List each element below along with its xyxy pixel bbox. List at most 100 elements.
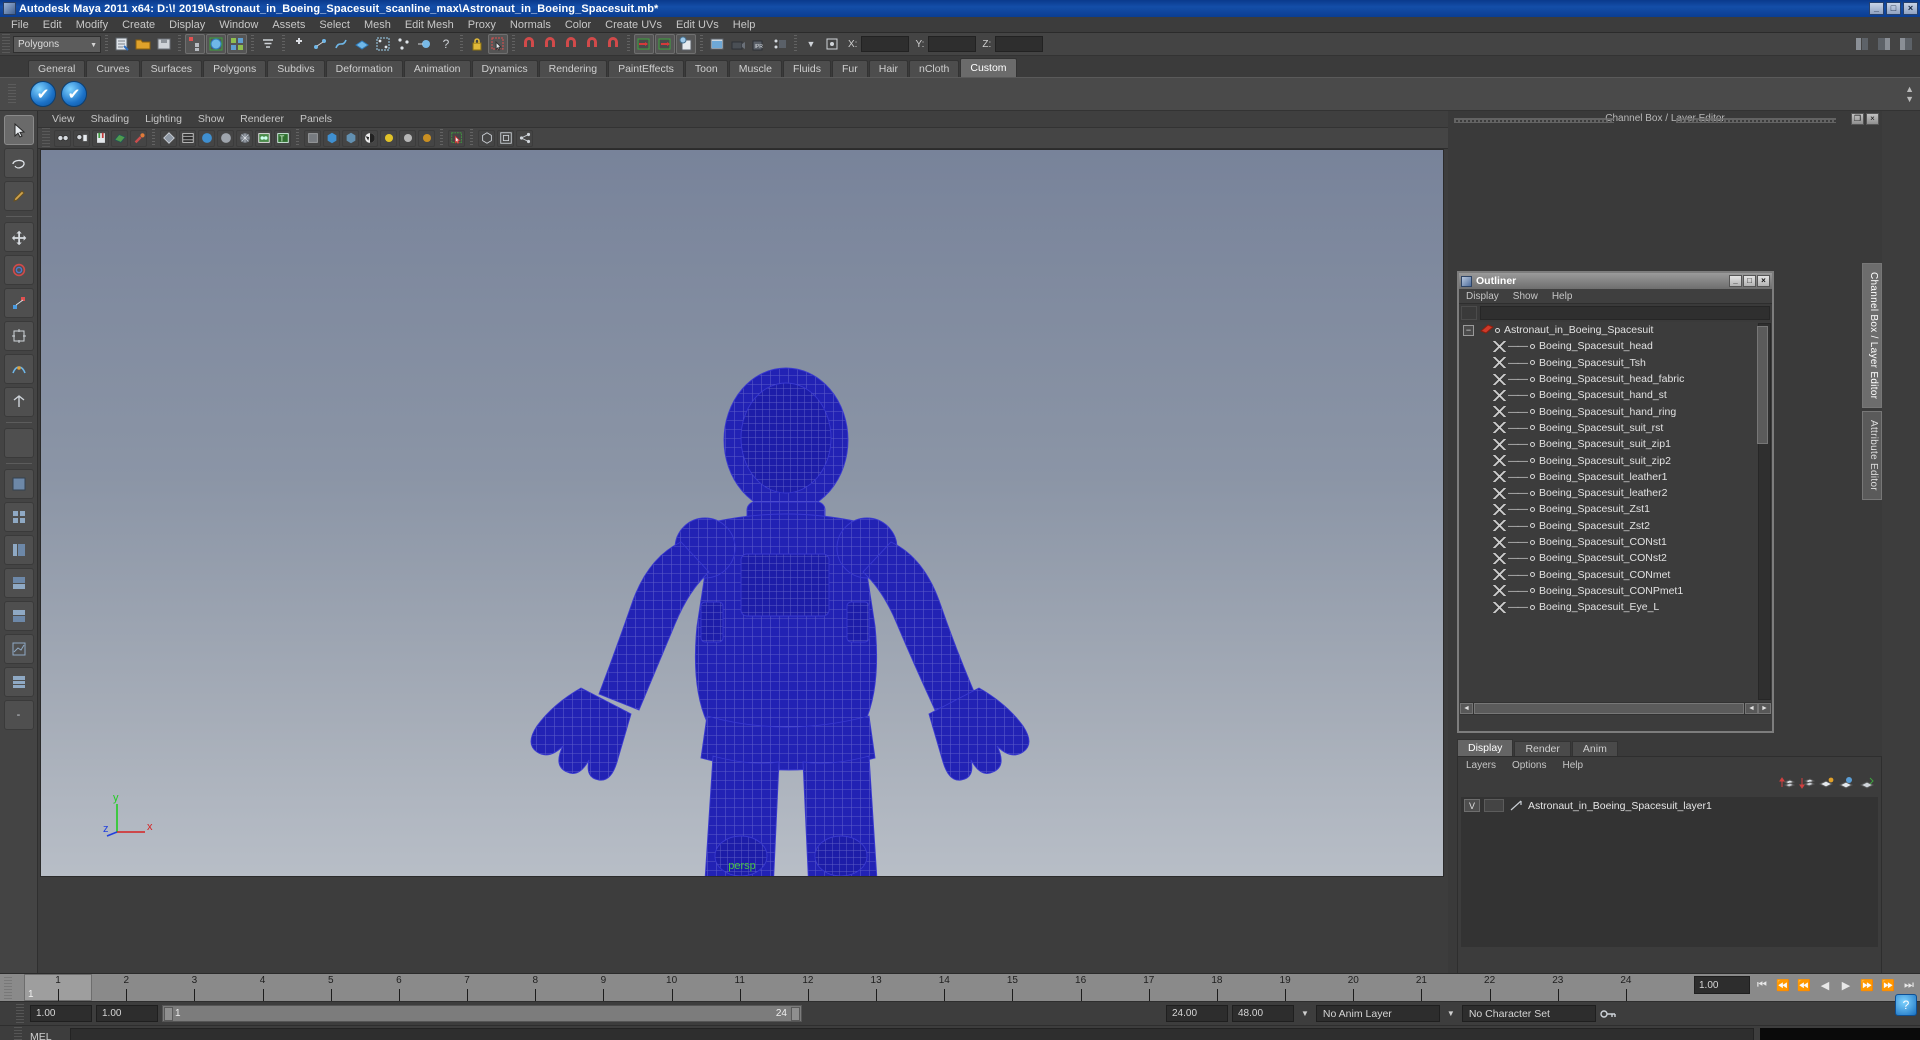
menu-mesh[interactable]: Mesh: [357, 17, 398, 33]
ipr-render-icon[interactable]: [770, 34, 790, 54]
outliner-horizontal-thumb[interactable]: [1474, 703, 1744, 714]
move-layer-up-icon[interactable]: [1779, 776, 1796, 790]
viewport-menu-shading[interactable]: Shading: [83, 113, 138, 125]
node-toggle-icon[interactable]: [1530, 539, 1535, 545]
layer-menu-help[interactable]: Help: [1554, 760, 1591, 771]
node-toggle-icon[interactable]: [1530, 506, 1535, 512]
outliner-node[interactable]: —— Boeing_Spacesuit_leather2: [1459, 485, 1772, 501]
animation-start-time-field[interactable]: 1.00: [30, 1005, 92, 1022]
layer-tab-anim[interactable]: Anim: [1571, 741, 1618, 756]
shelf-tab-deformation[interactable]: Deformation: [325, 60, 403, 77]
shelf-grip[interactable]: [8, 84, 16, 104]
light-orange-icon[interactable]: [418, 129, 435, 147]
panel-zoom-icon[interactable]: [497, 129, 514, 147]
filter-icon[interactable]: [1461, 306, 1477, 320]
input-connections-icon[interactable]: [634, 34, 654, 54]
command-input[interactable]: [70, 1028, 1754, 1040]
move-tool-icon[interactable]: [3, 222, 34, 252]
dock-window-controls[interactable]: ❐ ×: [1851, 113, 1879, 125]
outliner-node[interactable]: —— Boeing_Spacesuit_CONst2: [1459, 550, 1772, 566]
single-perspective-layout-icon[interactable]: [3, 469, 34, 499]
outliner-root-node[interactable]: − Astronaut_in_Boeing_Spacesuit: [1459, 322, 1772, 338]
viewport-menu-lighting[interactable]: Lighting: [137, 113, 190, 125]
snap-view-plane-icon[interactable]: [352, 34, 372, 54]
play-forwards-icon[interactable]: ▶: [1837, 976, 1855, 994]
dock-grip-left[interactable]: [1454, 118, 1614, 123]
render-view-icon[interactable]: [707, 34, 727, 54]
anim-layer-selector[interactable]: No Anim Layer: [1315, 1005, 1440, 1022]
magnet-plane-icon[interactable]: [582, 34, 602, 54]
dock-grip-right[interactable]: [1676, 118, 1836, 123]
scale-tool-icon[interactable]: [3, 288, 34, 318]
node-toggle-icon[interactable]: [1530, 604, 1535, 610]
menu-normals[interactable]: Normals: [503, 17, 558, 33]
command-response-field[interactable]: [1760, 1028, 1920, 1040]
shelf-tab-surfaces[interactable]: Surfaces: [140, 60, 203, 77]
smooth-shade-all-icon[interactable]: [179, 129, 196, 147]
shelf-tab-hair[interactable]: Hair: [868, 60, 908, 77]
outliner-node[interactable]: —— Boeing_Spacesuit_CONst1: [1459, 534, 1772, 550]
camera-attributes-icon[interactable]: [73, 129, 90, 147]
layer-visibility-toggle[interactable]: V: [1464, 799, 1480, 812]
chevron-down-icon[interactable]: ▼: [1298, 1009, 1312, 1018]
close-icon[interactable]: ×: [1866, 113, 1879, 125]
time-slider[interactable]: 1 1 2 3 4 5 6 7 8 9 10 11 12 13 14 15 16 17 18 19 20 21 22 23 2…: [0, 973, 1920, 1001]
lock-icon[interactable]: [467, 34, 487, 54]
shelf-tab-fluids[interactable]: Fluids: [782, 60, 831, 77]
node-toggle-icon[interactable]: [1530, 523, 1535, 529]
menu-modify[interactable]: Modify: [69, 17, 115, 33]
use-default-lighting-icon[interactable]: T: [274, 129, 291, 147]
step-forward-frame-icon[interactable]: ⏩: [1858, 976, 1876, 994]
outliner-search-input[interactable]: [1480, 306, 1770, 320]
persp-graph-layout-icon[interactable]: [3, 568, 34, 598]
selection-mask-icon[interactable]: [258, 34, 278, 54]
outliner-node[interactable]: —— Boeing_Spacesuit_suit_zip1: [1459, 436, 1772, 452]
soft-modification-tool-icon[interactable]: [3, 354, 34, 384]
scroll-right-icon[interactable]: ►: [1758, 703, 1771, 714]
render-globals-icon[interactable]: [822, 34, 842, 54]
y-input[interactable]: [928, 36, 977, 52]
select-by-hierarchy-icon[interactable]: [185, 34, 205, 54]
menu-color[interactable]: Color: [558, 17, 598, 33]
minimize-icon[interactable]: _: [1729, 275, 1742, 287]
step-forward-keyframe-icon[interactable]: ⏩: [1879, 976, 1897, 994]
wireframe-shading-icon[interactable]: [160, 129, 177, 147]
input-output-icon[interactable]: [415, 34, 435, 54]
light-grey-icon[interactable]: [399, 129, 416, 147]
layer-tab-render[interactable]: Render: [1514, 741, 1571, 756]
node-toggle-icon[interactable]: [1530, 409, 1535, 415]
shelf-tab-dynamics[interactable]: Dynamics: [471, 60, 538, 77]
menu-help[interactable]: Help: [726, 17, 763, 33]
image-plane-icon[interactable]: [111, 129, 128, 147]
shelf-tab-custom[interactable]: Custom: [960, 58, 1017, 77]
viewport-menu-panels[interactable]: Panels: [292, 113, 340, 125]
outliner-node[interactable]: —— Boeing_Spacesuit_suit_zip2: [1459, 452, 1772, 468]
expand-collapse-icon[interactable]: −: [1463, 324, 1474, 336]
outliner-window-controls[interactable]: _ □ ×: [1729, 275, 1772, 287]
display-layer-list[interactable]: V Astronaut_in_Boeing_Spacesuit_layer1: [1461, 797, 1878, 947]
outliner-node[interactable]: —— Boeing_Spacesuit_Eye_L: [1459, 599, 1772, 615]
node-toggle-icon[interactable]: [1495, 327, 1500, 333]
play-backwards-icon[interactable]: ◀: [1816, 976, 1834, 994]
menu-window[interactable]: Window: [212, 17, 265, 33]
show-manipulator-tool-icon[interactable]: [3, 387, 34, 417]
step-back-frame-icon[interactable]: ⏪: [1795, 976, 1813, 994]
snap-curve-icon[interactable]: [310, 34, 330, 54]
magnet-point-icon[interactable]: [561, 34, 581, 54]
new-scene-icon[interactable]: [112, 34, 132, 54]
texture-display-icon[interactable]: [255, 129, 272, 147]
vertical-tab-channel-box-layer-editor[interactable]: Channel Box / Layer Editor: [1862, 263, 1882, 409]
batch-render-icon[interactable]: IPR: [749, 34, 769, 54]
range-slider-grip[interactable]: [16, 1003, 24, 1024]
shelf-scroll-arrows[interactable]: ▲ ▼: [1905, 84, 1914, 104]
layer-menu-layers[interactable]: Layers: [1458, 760, 1504, 771]
expand-layouts-icon[interactable]: -: [3, 700, 34, 730]
isolate-select-icon[interactable]: [448, 129, 465, 147]
shelf-item-check-1[interactable]: ✔: [30, 81, 56, 107]
outliner-persp-layout-icon[interactable]: [3, 535, 34, 565]
z-input[interactable]: [995, 36, 1044, 52]
minimize-icon[interactable]: _: [1869, 2, 1884, 15]
outliner-graph-layout-icon[interactable]: [3, 667, 34, 697]
go-to-end-icon[interactable]: ⏭: [1900, 976, 1918, 994]
outliner-vertical-thumb[interactable]: [1757, 326, 1768, 444]
